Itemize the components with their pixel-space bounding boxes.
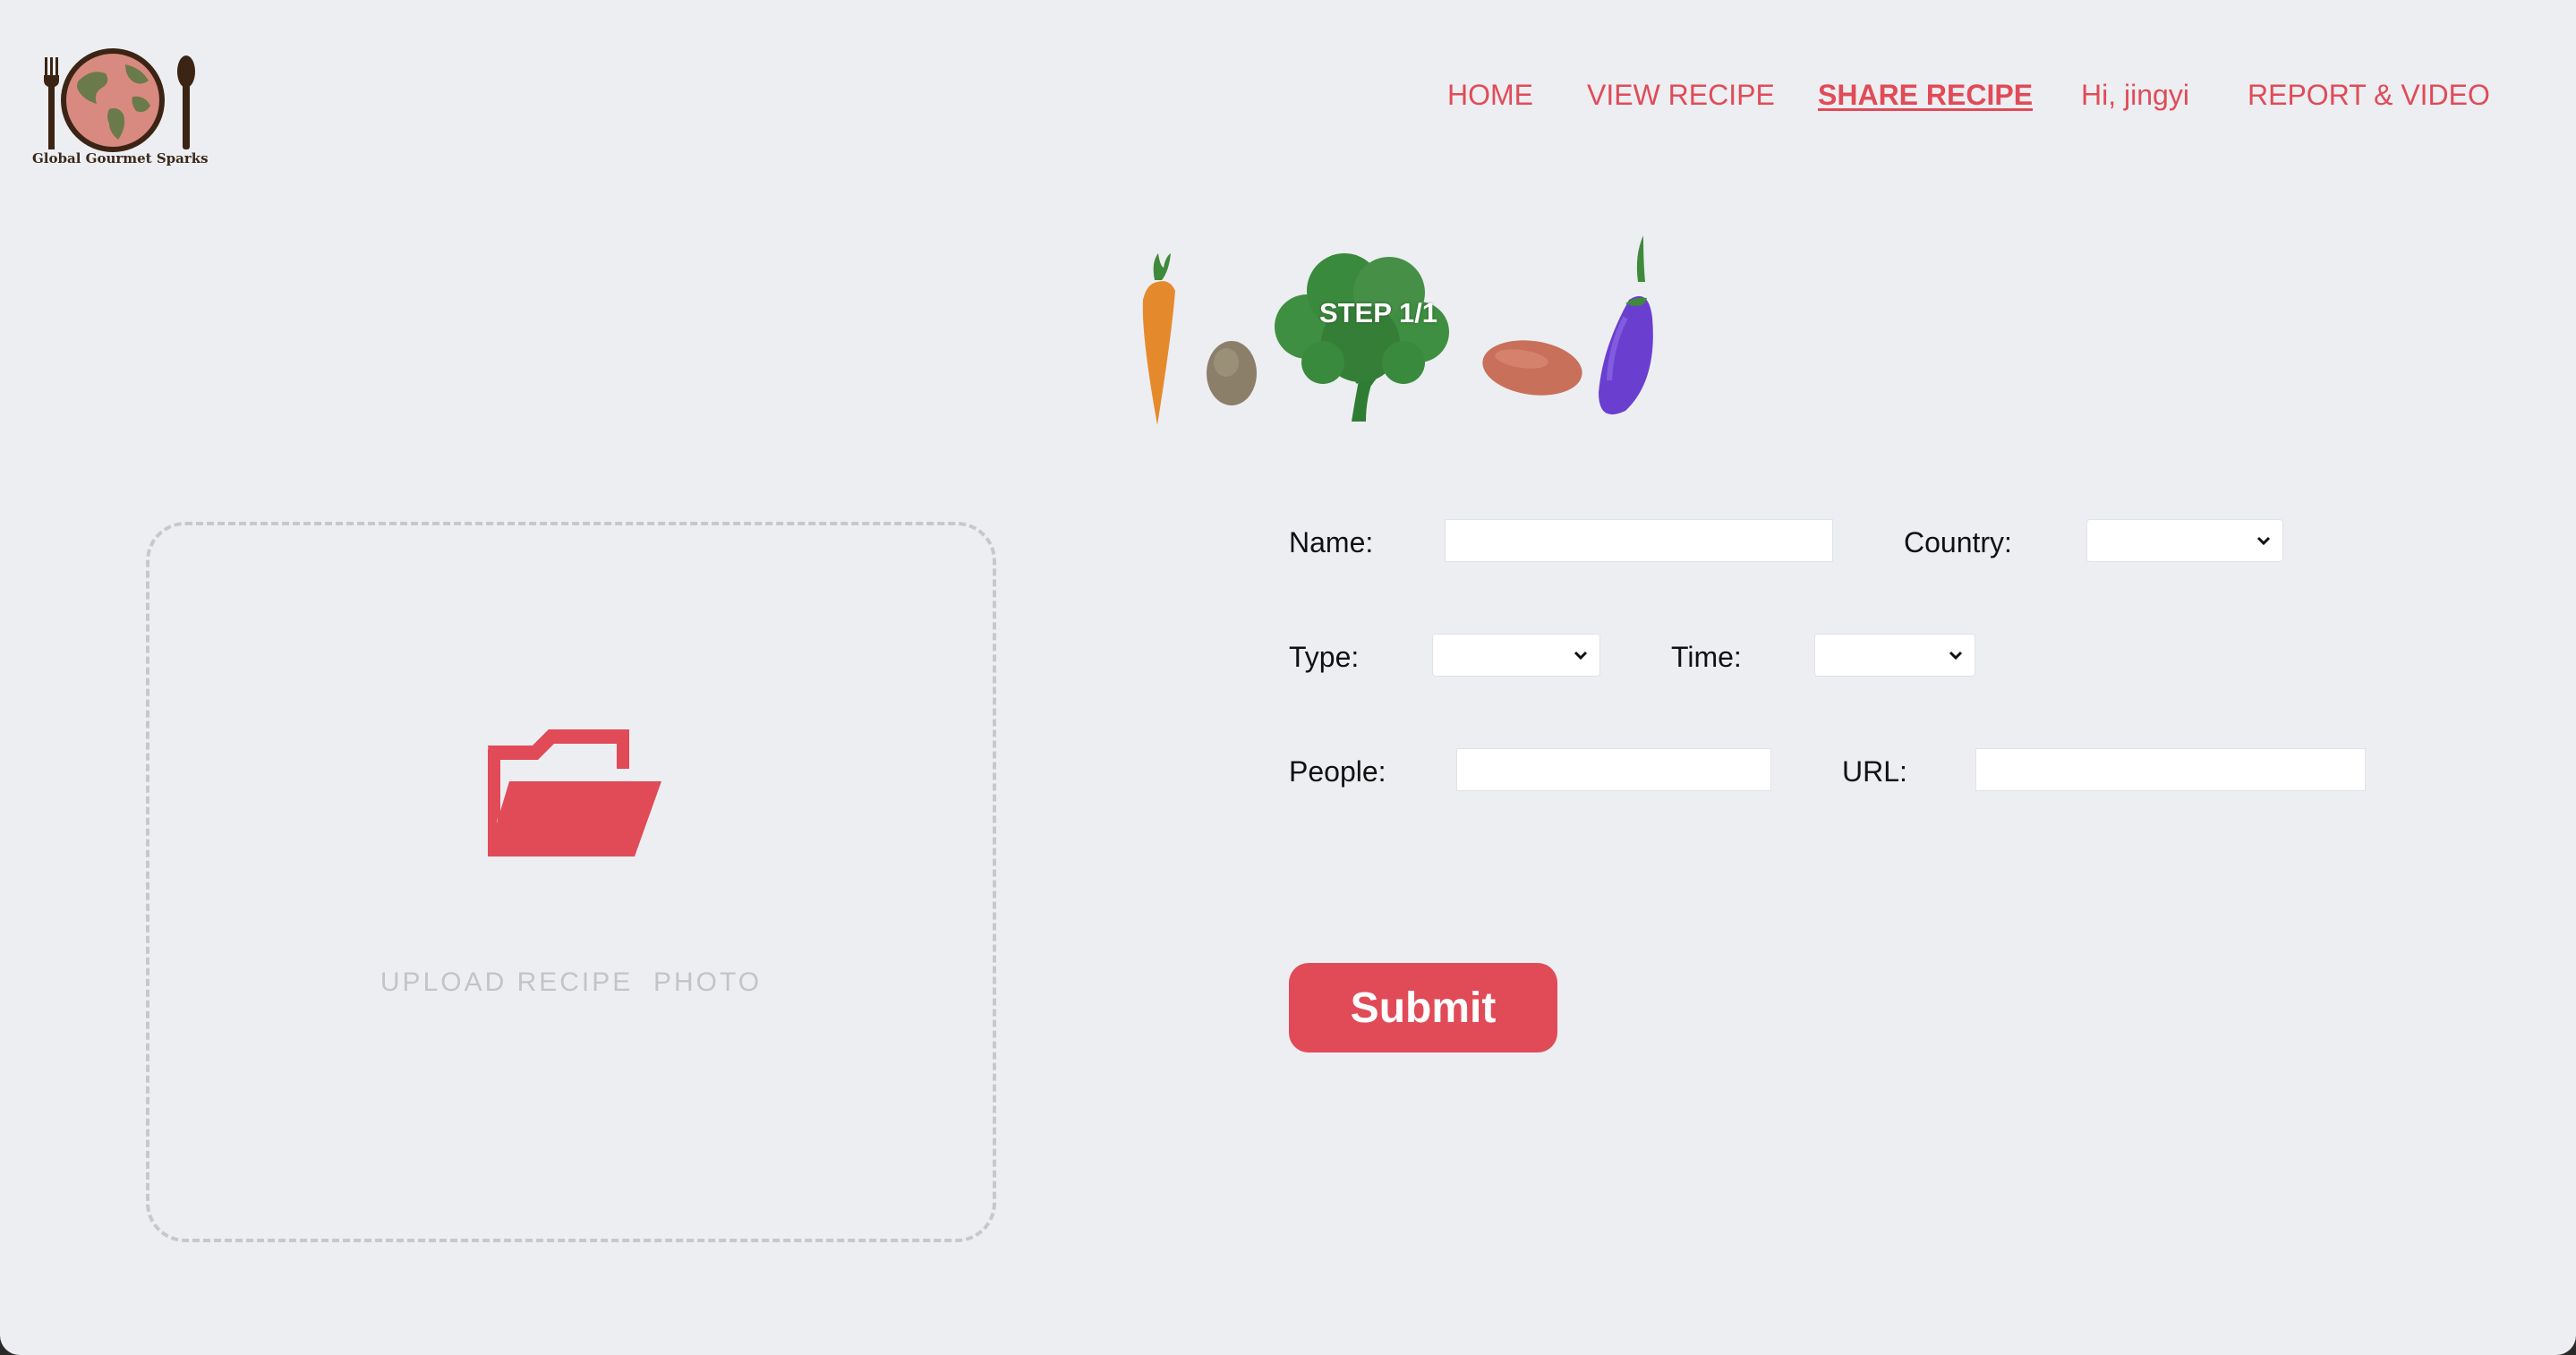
people-label: People: <box>1289 755 1386 788</box>
nav-view-recipe[interactable]: VIEW RECIPE <box>1587 79 1775 112</box>
upload-photo-dropzone[interactable]: UPLOAD RECIPE PHOTO <box>146 522 996 1242</box>
carrot-icon <box>1142 253 1175 425</box>
nav-home[interactable]: HOME <box>1447 79 1533 112</box>
nav-report-video[interactable]: REPORT & VIDEO <box>2248 79 2490 112</box>
type-label: Type: <box>1289 641 1360 673</box>
eggplant-icon <box>1599 235 1653 415</box>
chevron-down-icon <box>1949 651 1963 660</box>
time-select[interactable] <box>1814 634 1975 677</box>
page: Global Gourmet Sparks HOME VIEW RECIPE S… <box>0 0 2576 1355</box>
nav-user-greeting[interactable]: Hi, jingyi <box>2081 79 2189 112</box>
type-select[interactable] <box>1432 634 1600 677</box>
vegetable-step-banner <box>1142 235 1653 425</box>
logo-text: Global Gourmet Sparks <box>32 150 209 166</box>
url-input[interactable] <box>1975 748 2366 791</box>
country-select[interactable] <box>2086 519 2283 562</box>
nav-share-recipe[interactable]: SHARE RECIPE <box>1818 79 2033 112</box>
sweet-potato-icon <box>1482 340 1582 396</box>
name-label: Name: <box>1289 526 1374 558</box>
step-indicator: STEP 1/1 <box>1318 297 1438 328</box>
chevron-down-icon <box>2256 536 2271 546</box>
top-nav: HOME VIEW RECIPE SHARE RECIPE Hi, jingyi… <box>0 79 2576 115</box>
chevron-down-icon <box>1574 651 1588 660</box>
upload-label: UPLOAD RECIPE PHOTO <box>380 967 763 997</box>
time-label: Time: <box>1671 641 1742 673</box>
url-label: URL: <box>1842 755 1907 788</box>
name-input[interactable] <box>1445 519 1833 562</box>
folder-open-icon <box>488 729 661 856</box>
submit-button[interactable]: Submit <box>1289 963 1557 1052</box>
broccoli-icon <box>1275 253 1449 422</box>
country-label: Country: <box>1904 526 2012 558</box>
people-input[interactable] <box>1456 748 1771 791</box>
